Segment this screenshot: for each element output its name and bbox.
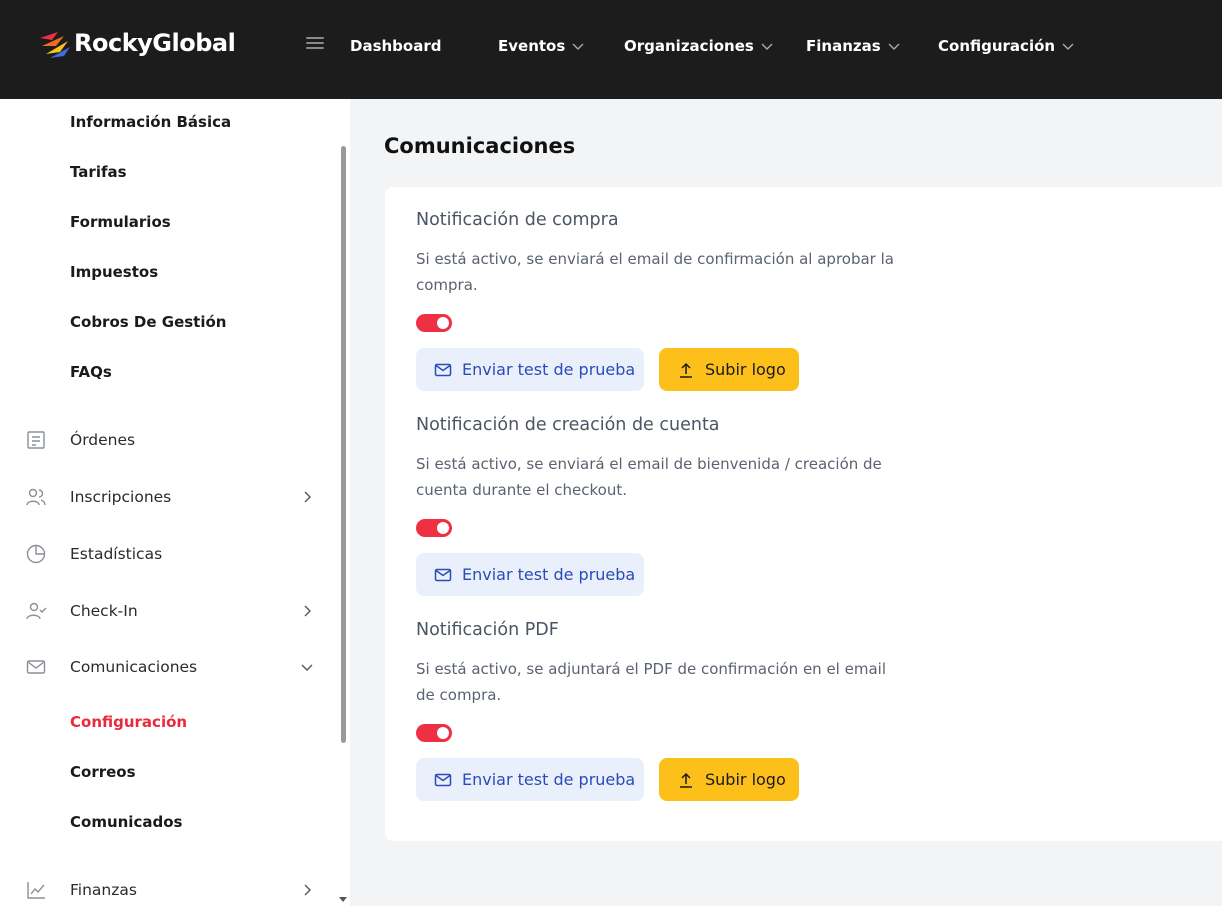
nav-organizaciones-label: Organizaciones — [624, 37, 754, 55]
send-test-button-creacion-cuenta[interactable]: Enviar test de prueba — [416, 553, 644, 596]
upload-logo-button-pdf[interactable]: Subir logo — [659, 758, 799, 801]
toggle-notificacion-pdf[interactable] — [416, 724, 452, 742]
nav-organizaciones[interactable]: Organizaciones — [624, 37, 774, 55]
nav-dashboard-label: Dashboard — [350, 37, 442, 55]
sidebar-item-label: Inscripciones — [70, 488, 172, 506]
scroll-down-arrow-icon[interactable] — [339, 897, 347, 902]
upload-logo-button-compra[interactable]: Subir logo — [659, 348, 799, 391]
brand-logo[interactable]: RockyGlobal — [38, 28, 236, 58]
sidebar-subitem-faqs[interactable]: FAQs — [70, 363, 112, 381]
nav-configuracion[interactable]: Configuración — [938, 37, 1075, 55]
section-title-compra: Notificación de compra — [416, 210, 619, 230]
brand-logo-icon — [40, 32, 70, 58]
upload-icon — [677, 361, 695, 379]
sidebar-item-ordenes[interactable]: Órdenes — [24, 426, 314, 454]
nav-finanzas[interactable]: Finanzas — [806, 37, 901, 55]
nav-eventos[interactable]: Eventos — [498, 37, 585, 55]
sidebar-item-label: Check-In — [70, 602, 138, 620]
top-navbar: RockyGlobal Dashboard Eventos Organizaci… — [0, 0, 1222, 99]
chevron-right-icon — [304, 491, 311, 503]
sidebar-item-label: Estadísticas — [70, 545, 163, 563]
sidebar-item-inscripciones[interactable]: Inscripciones — [24, 483, 314, 511]
chevron-right-icon — [304, 605, 311, 617]
section-description-creacion-cuenta: Si está activo, se enviará el email de b… — [416, 455, 882, 499]
menu-toggle-icon[interactable] — [306, 37, 324, 51]
chevron-down-icon — [572, 43, 584, 50]
toggle-notificacion-compra[interactable] — [416, 314, 452, 332]
sidebar-scrollbar[interactable] — [341, 146, 346, 743]
mail-icon — [434, 771, 452, 789]
send-test-button-compra[interactable]: Enviar test de prueba — [416, 348, 644, 391]
send-test-label: Enviar test de prueba — [462, 360, 636, 379]
sidebar-item-label: Comunicaciones — [70, 658, 198, 676]
mail-icon — [434, 566, 452, 584]
sidebar-subitem-formularios[interactable]: Formularios — [70, 213, 171, 231]
user-check-icon — [24, 599, 48, 623]
sidebar-subitem-comunicados[interactable]: Comunicados — [70, 813, 182, 831]
users-icon — [24, 485, 48, 509]
chevron-down-icon — [761, 43, 773, 50]
sidebar-item-label: Órdenes — [70, 431, 136, 449]
send-test-button-pdf[interactable]: Enviar test de prueba — [416, 758, 644, 801]
send-test-label: Enviar test de prueba — [462, 565, 636, 584]
chevron-down-icon — [1062, 43, 1074, 50]
upload-logo-label: Subir logo — [705, 360, 786, 379]
upload-icon — [677, 771, 695, 789]
sidebar-subitem-configuracion[interactable]: Configuración — [70, 713, 187, 731]
nav-configuracion-label: Configuración — [938, 37, 1056, 55]
section-title-pdf: Notificación PDF — [416, 620, 559, 640]
section-description-compra: Si está activo, se enviará el email de c… — [416, 250, 894, 294]
nav-finanzas-label: Finanzas — [806, 37, 881, 55]
sidebar-subitem-informacion-basica[interactable]: Información Básica — [70, 113, 231, 131]
sidebar-subitem-impuestos[interactable]: Impuestos — [70, 263, 158, 281]
send-test-label: Enviar test de prueba — [462, 770, 636, 789]
sidebar-item-check-in[interactable]: Check-In — [24, 597, 314, 625]
upload-logo-label: Subir logo — [705, 770, 786, 789]
receipt-icon — [24, 428, 48, 452]
sidebar-item-estadisticas[interactable]: Estadísticas — [24, 540, 314, 568]
nav-eventos-label: Eventos — [498, 37, 566, 55]
sidebar-item-comunicaciones[interactable]: Comunicaciones — [24, 653, 314, 681]
nav-dashboard[interactable]: Dashboard — [350, 37, 441, 55]
chevron-down-icon — [888, 43, 900, 50]
section-description-pdf: Si está activo, se adjuntará el PDF de c… — [416, 660, 886, 704]
toggle-notificacion-creacion-cuenta[interactable] — [416, 519, 452, 537]
page-title: Comunicaciones — [384, 134, 576, 158]
sidebar-subitem-cobros-de-gestion[interactable]: Cobros De Gestión — [70, 313, 226, 331]
sidebar-item-label: Finanzas — [70, 881, 137, 899]
chevron-right-icon — [304, 884, 311, 896]
mail-icon — [24, 655, 48, 679]
sidebar-item-finanzas[interactable]: Finanzas — [24, 876, 314, 904]
chevron-down-icon — [301, 664, 313, 671]
section-title-creacion-cuenta: Notificación de creación de cuenta — [416, 415, 720, 435]
mail-icon — [434, 361, 452, 379]
sidebar-subitem-correos[interactable]: Correos — [70, 763, 136, 781]
pie-chart-icon — [24, 542, 48, 566]
chart-line-icon — [24, 878, 48, 902]
brand-name: RockyGlobal — [74, 29, 236, 57]
sidebar-subitem-tarifas[interactable]: Tarifas — [70, 163, 127, 181]
